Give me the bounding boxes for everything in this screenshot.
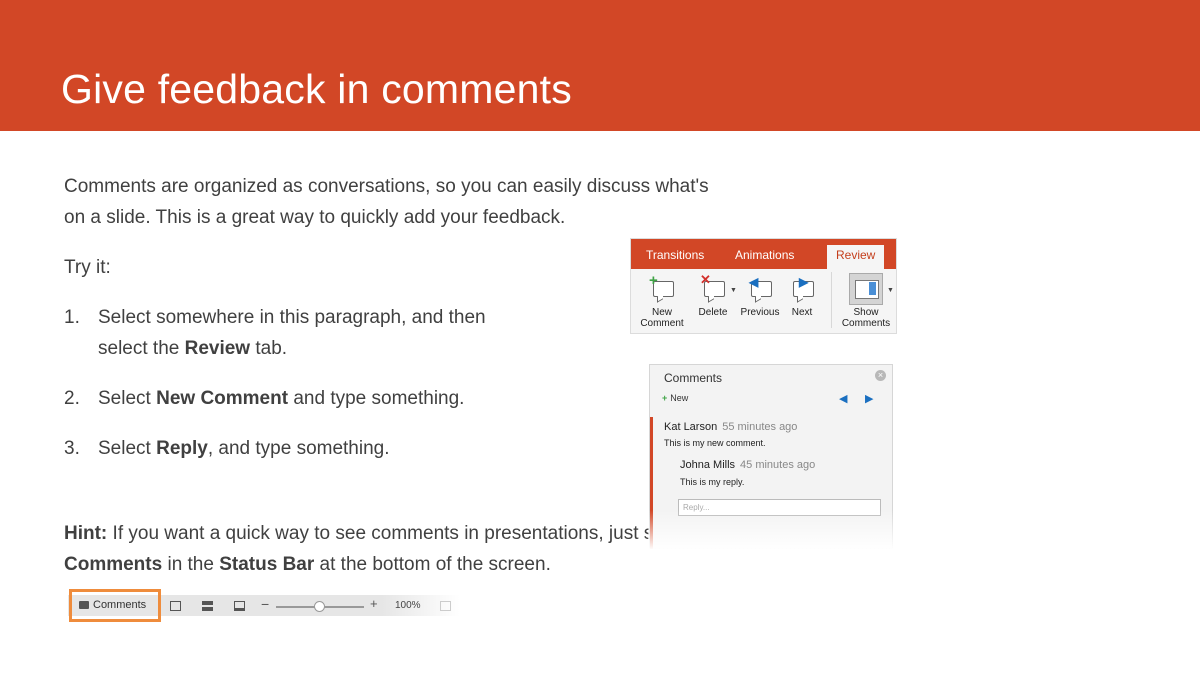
hint-text: If you want a quick way to see comments … bbox=[107, 523, 694, 544]
comments-highlight-box bbox=[69, 589, 161, 622]
next-comment-icon[interactable]: ▶ bbox=[865, 392, 873, 405]
normal-view-icon[interactable] bbox=[170, 601, 181, 611]
new-comment-button[interactable]: + New Comment bbox=[637, 273, 687, 329]
comment-author: Kat Larson 55 minutes ago bbox=[664, 421, 797, 433]
comment-text: This is my new comment. bbox=[664, 438, 766, 448]
step-number: 3. bbox=[64, 438, 80, 459]
button-label: Delete bbox=[698, 307, 728, 318]
step-text-segment: select the bbox=[98, 338, 185, 359]
intro-line-2: on a slide. This is a great way to quick… bbox=[64, 207, 566, 228]
intro-line-1: Comments are organized as conversations,… bbox=[64, 176, 709, 197]
close-icon[interactable]: × bbox=[875, 370, 886, 381]
try-it-label: Try it: bbox=[64, 257, 111, 278]
button-label: New bbox=[651, 307, 672, 318]
new-comment-icon: + bbox=[649, 273, 675, 303]
button-label: Comments bbox=[841, 318, 891, 329]
author-name: Johna Mills bbox=[680, 459, 736, 471]
step-text: Select Reply, and type something. bbox=[98, 433, 528, 464]
hint-label: Hint: bbox=[64, 523, 108, 544]
comment-time: 45 minutes ago bbox=[740, 459, 816, 471]
ribbon-tabs: Transitions Animations Review bbox=[631, 239, 896, 269]
tab-animations[interactable]: Animations bbox=[735, 248, 794, 262]
show-comments-button[interactable]: ▼ Show Comments bbox=[838, 273, 894, 329]
step-text-segment: Select bbox=[98, 388, 157, 409]
ribbon-separator bbox=[831, 272, 832, 328]
hint-text: in the bbox=[162, 554, 220, 575]
author-name: Kat Larson bbox=[664, 421, 718, 433]
delete-comment-icon: ✕ ▼ bbox=[700, 272, 737, 303]
reading-view-icon[interactable] bbox=[234, 601, 245, 611]
delete-comment-button[interactable]: ✕ ▼ Delete bbox=[688, 272, 738, 318]
comments-pane: Comments × + New ◀ ▶ Kat Larson 55 minutes… bbox=[648, 364, 896, 550]
step-text-segment: tab. bbox=[250, 338, 288, 359]
comments-pane-title: Comments bbox=[664, 371, 723, 385]
next-comment-button[interactable]: ▶ Next bbox=[777, 275, 827, 318]
reply-text: This is my reply. bbox=[680, 477, 745, 487]
step-text: Select New Comment and type something. bbox=[98, 383, 528, 414]
status-bar: Comments − + 100% bbox=[68, 589, 460, 622]
pane-fade bbox=[648, 510, 896, 550]
button-label: Next bbox=[791, 307, 813, 318]
step-text-line-1: Select somewhere in this paragraph, and … bbox=[98, 307, 486, 328]
tab-review[interactable]: Review bbox=[827, 245, 885, 269]
step-text-segment: Select bbox=[98, 438, 157, 459]
slide-sorter-icon[interactable] bbox=[202, 601, 213, 611]
hint-text: at the bottom of the screen. bbox=[314, 554, 551, 575]
step-number: 1. bbox=[64, 307, 80, 328]
review-ribbon: Transitions Animations Review + New Comm… bbox=[630, 238, 897, 334]
fit-to-window-icon[interactable] bbox=[440, 601, 451, 611]
step-text-segment: , and type something. bbox=[207, 438, 390, 459]
step-bold-reply: Reply bbox=[156, 438, 208, 459]
button-label: Comment bbox=[640, 318, 684, 329]
next-comment-icon: ▶ bbox=[789, 275, 815, 303]
step-text-segment: and type something. bbox=[288, 388, 465, 409]
previous-comment-icon: ◀ bbox=[747, 275, 773, 303]
slide-title: Give feedback in comments bbox=[61, 66, 572, 112]
zoom-out-icon[interactable]: − bbox=[261, 596, 269, 612]
zoom-in-icon[interactable]: + bbox=[370, 596, 378, 611]
show-comments-icon: ▼ bbox=[849, 273, 894, 305]
new-label: New bbox=[670, 393, 689, 403]
zoom-slider-handle[interactable] bbox=[314, 601, 325, 612]
step-bold-new-comment: New Comment bbox=[156, 388, 289, 409]
new-comment-icon: + bbox=[662, 393, 668, 403]
step-number: 2. bbox=[64, 388, 80, 409]
hint-bold-comments: Comments bbox=[64, 554, 163, 575]
intro-paragraph: Comments are organized as conversations,… bbox=[64, 171, 709, 233]
reply-author: Johna Mills 45 minutes ago bbox=[680, 459, 815, 471]
new-comment-link[interactable]: + New bbox=[662, 393, 688, 403]
previous-comment-icon[interactable]: ◀ bbox=[839, 392, 847, 405]
comment-time: 55 minutes ago bbox=[722, 421, 798, 433]
step-text: Select somewhere in this paragraph, and … bbox=[98, 302, 528, 364]
step-bold-review: Review bbox=[184, 338, 251, 359]
title-banner: Give feedback in comments bbox=[0, 0, 1200, 131]
tab-transitions[interactable]: Transitions bbox=[646, 248, 704, 262]
button-label: Previous bbox=[740, 307, 780, 318]
zoom-level[interactable]: 100% bbox=[395, 600, 421, 611]
button-label: Show bbox=[853, 307, 879, 318]
hint-bold-status-bar: Status Bar bbox=[219, 554, 315, 575]
